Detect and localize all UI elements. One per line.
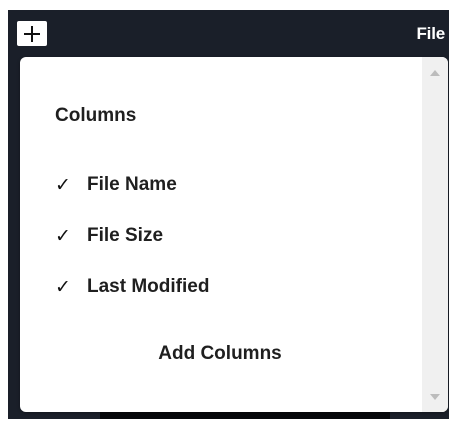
add-columns-button[interactable]: Add Columns (20, 343, 420, 365)
columns-menu: Columns ✓ File Name ✓ File Size ✓ Last M… (20, 57, 448, 412)
menu-item-file-name[interactable]: ✓ File Name (55, 171, 177, 199)
menu-scrollbar[interactable] (422, 57, 448, 412)
menu-item-file-size[interactable]: ✓ File Size (55, 222, 163, 250)
check-icon: ✓ (55, 276, 71, 298)
menu-item-last-modified[interactable]: ✓ Last Modified (55, 273, 209, 301)
check-icon: ✓ (55, 225, 71, 247)
header-column-label[interactable]: File (417, 24, 446, 44)
menu-heading: Columns (55, 105, 137, 126)
menu-item-label: Last Modified (87, 276, 210, 297)
add-button[interactable] (17, 21, 47, 46)
scroll-down-arrow-icon[interactable] (430, 394, 440, 400)
plus-icon (24, 25, 40, 42)
menu-item-label: File Name (87, 174, 177, 195)
scroll-up-arrow-icon[interactable] (430, 70, 440, 76)
check-icon: ✓ (55, 174, 71, 196)
menu-item-label: File Size (87, 225, 164, 246)
